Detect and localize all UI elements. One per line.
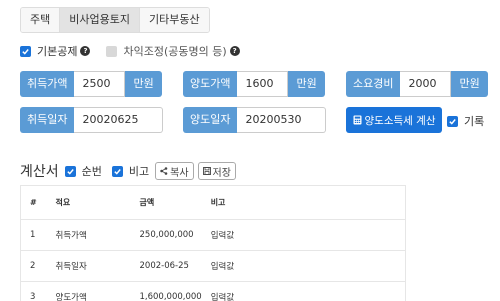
expense-input[interactable]: 2000 bbox=[400, 71, 452, 97]
acquisition-date-field: 취득일자 20020625 bbox=[20, 107, 164, 133]
check-icon bbox=[114, 168, 121, 175]
table-cell: 3 bbox=[20, 281, 47, 301]
acquisition-date-input[interactable]: 20020625 bbox=[74, 107, 164, 133]
table-cell: 2002-06-25 bbox=[130, 250, 202, 282]
calculate-tax-button[interactable]: 양도소득세 계산 bbox=[346, 107, 442, 133]
options-row: 기본공제 ? 차익조정(공동명의 등) ? bbox=[20, 43, 256, 59]
transfer-price-label: 양도가액 bbox=[183, 71, 238, 97]
check-icon bbox=[66, 168, 74, 175]
table-cell: 양도가액 bbox=[46, 281, 131, 301]
table-cell: 입력값 bbox=[201, 250, 406, 282]
gain-adjustment-label: 차익조정(공동명의 등) bbox=[123, 45, 227, 58]
save-label: 저장 bbox=[212, 167, 231, 179]
basic-deduction-checkbox[interactable] bbox=[20, 45, 31, 57]
transfer-date-input[interactable]: 20200530 bbox=[237, 107, 327, 133]
share-icon bbox=[160, 167, 168, 175]
transfer-price-input[interactable]: 1600 bbox=[237, 71, 289, 97]
calculator-icon bbox=[353, 115, 362, 125]
transfer-date-field: 양도일자 20200530 bbox=[183, 107, 327, 133]
column-header: 적요 bbox=[46, 185, 131, 220]
check-icon bbox=[22, 48, 29, 55]
record-option[interactable]: 기록 bbox=[447, 113, 484, 129]
expense-unit: 만원 bbox=[451, 71, 488, 97]
record-checkbox[interactable] bbox=[447, 115, 458, 127]
note-label: 비고 bbox=[128, 165, 150, 178]
record-label: 기록 bbox=[464, 115, 485, 128]
table-cell: 취득일자 bbox=[46, 250, 131, 282]
acquisition-price-unit: 만원 bbox=[125, 71, 162, 97]
seq-label: 순번 bbox=[81, 165, 102, 178]
table-cell: 입력값 bbox=[201, 219, 406, 251]
help-icon[interactable]: ? bbox=[80, 46, 91, 56]
expense-field: 소요경비 2000 만원 bbox=[346, 71, 488, 97]
column-header: 금액 bbox=[130, 185, 202, 220]
statement-table: # 적요 금액 비고 1 취득가액 250,000,000 입력값 2 취득일자… bbox=[20, 185, 406, 301]
calculate-tax-label: 양도소득세 계산 bbox=[364, 114, 436, 127]
note-checkbox[interactable] bbox=[111, 165, 123, 177]
copy-button[interactable]: 복사 bbox=[155, 162, 194, 180]
gain-adjustment-option[interactable]: 차익조정(공동명의 등) ? bbox=[106, 43, 240, 59]
transfer-price-field: 양도가액 1600 만원 bbox=[183, 71, 325, 97]
acquisition-price-label: 취득가액 bbox=[20, 71, 75, 97]
tab-other-real-estate[interactable]: 기타부동산 bbox=[139, 8, 209, 32]
statement-header: 계산서 순번 비고 복사 저장 bbox=[20, 161, 240, 181]
copy-label: 복사 bbox=[170, 167, 189, 179]
column-header: # bbox=[20, 185, 47, 220]
save-icon bbox=[202, 167, 211, 175]
seq-checkbox[interactable] bbox=[64, 165, 76, 177]
tab-non-business-land[interactable]: 비사업용토지 bbox=[60, 8, 140, 32]
statement-title: 계산서 bbox=[20, 164, 59, 180]
check-icon bbox=[449, 118, 456, 125]
table-row: 1 취득가액 250,000,000 입력값 bbox=[20, 219, 406, 251]
table-cell: 250,000,000 bbox=[130, 219, 202, 251]
table-cell: 2 bbox=[20, 250, 47, 282]
property-type-tabs: 주택 비사업용토지 기타부동산 bbox=[20, 7, 210, 33]
transfer-price-unit: 만원 bbox=[288, 71, 325, 97]
expense-label: 소요경비 bbox=[346, 71, 401, 97]
table-cell: 1,600,000,000 bbox=[130, 281, 202, 301]
table-cell: 입력값 bbox=[201, 281, 406, 301]
seq-option[interactable]: 순번 bbox=[64, 163, 102, 179]
table-row: 2 취득일자 2002-06-25 입력값 bbox=[20, 250, 406, 282]
table-cell: 1 bbox=[20, 219, 47, 251]
basic-deduction-label: 기본공제 bbox=[37, 45, 78, 58]
note-option[interactable]: 비고 bbox=[111, 163, 150, 179]
table-cell: 취득가액 bbox=[46, 219, 131, 251]
column-header: 비고 bbox=[201, 185, 406, 220]
help-icon[interactable]: ? bbox=[229, 46, 240, 56]
gain-adjustment-checkbox[interactable] bbox=[106, 45, 118, 57]
table-row: 3 양도가액 1,600,000,000 입력값 bbox=[20, 281, 406, 301]
table-header-row: # 적요 금액 비고 bbox=[20, 185, 406, 220]
basic-deduction-option[interactable]: 기본공제 ? bbox=[20, 43, 91, 59]
save-button[interactable]: 저장 bbox=[197, 162, 236, 180]
acquisition-date-label: 취득일자 bbox=[20, 107, 75, 133]
transfer-date-label: 양도일자 bbox=[183, 107, 238, 133]
acquisition-price-input[interactable]: 2500 bbox=[74, 71, 126, 97]
tab-housing[interactable]: 주택 bbox=[21, 8, 61, 32]
acquisition-price-field: 취득가액 2500 만원 bbox=[20, 71, 162, 97]
